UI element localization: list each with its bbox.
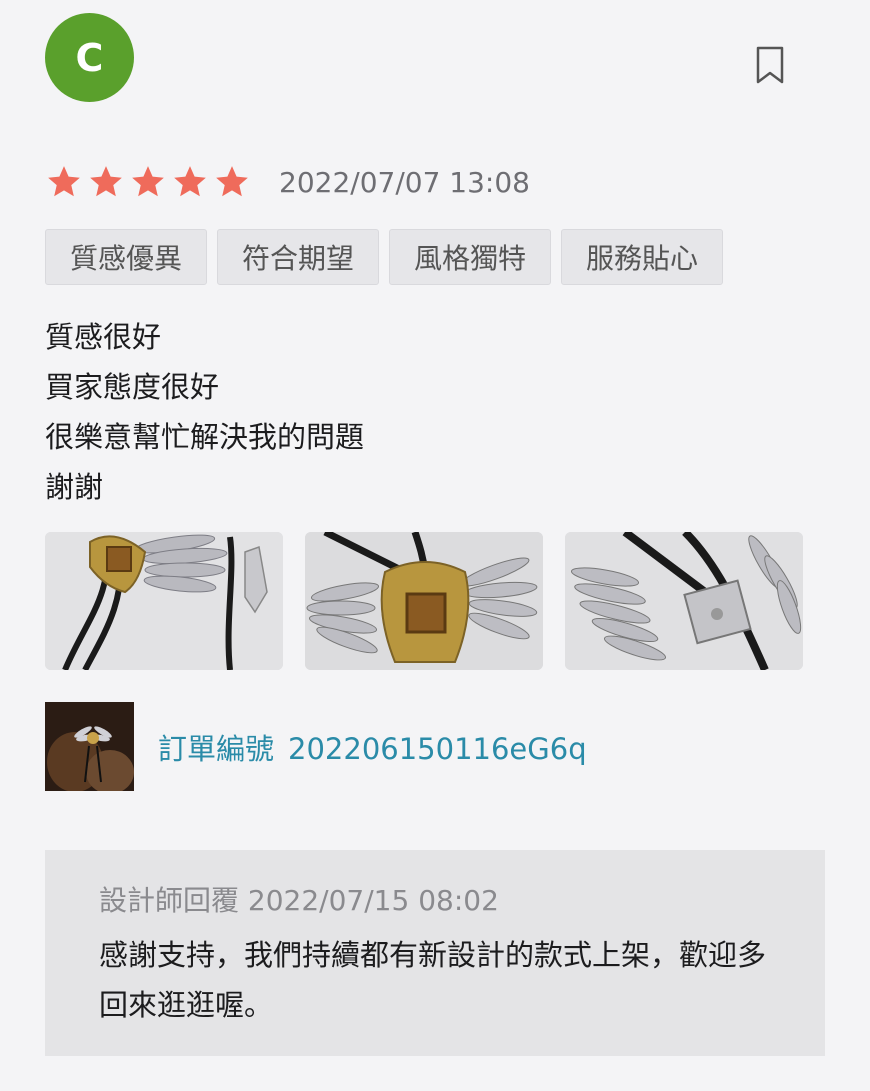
review-line: 謝謝: [45, 470, 104, 504]
review-photo[interactable]: [565, 532, 803, 670]
star-icon: [132, 166, 164, 197]
product-thumbnail[interactable]: [45, 702, 134, 791]
star-icon: [216, 166, 248, 197]
review-tags: 質感優異 符合期望 風格獨特 服務貼心: [45, 229, 724, 285]
review-photo[interactable]: [305, 532, 543, 670]
order-row: 訂單編號 202206150116eG6q: [45, 702, 587, 791]
reply-timestamp: 2022/07/15 08:02: [247, 884, 499, 917]
review-photo[interactable]: [45, 532, 283, 670]
bookmark-button[interactable]: [754, 45, 786, 85]
bookmark-icon: [756, 46, 784, 84]
review-photos: [45, 532, 803, 670]
reply-author: 設計師回覆: [99, 884, 240, 917]
order-number: 202206150116eG6q: [288, 731, 587, 766]
tag-expectation[interactable]: 符合期望: [217, 229, 380, 285]
review-line: 很樂意幫忙解決我的問題: [45, 420, 365, 454]
review-line: 質感很好: [45, 320, 162, 354]
tag-quality[interactable]: 質感優異: [45, 229, 208, 285]
star-icon: [174, 166, 206, 197]
star-icon: [48, 166, 80, 197]
review-line: 買家態度很好: [45, 370, 220, 404]
tag-service[interactable]: 服務貼心: [561, 229, 724, 285]
reviewer-avatar[interactable]: C: [45, 13, 134, 102]
bolo-tie-photo-2: [305, 532, 543, 670]
star-rating: [45, 163, 251, 201]
product-image: [45, 702, 134, 791]
review-timestamp: 2022/07/07 13:08: [279, 165, 530, 199]
reply-text: 感謝支持，我們持續都有新設計的款式上架，歡迎多回來逛逛喔。: [99, 938, 767, 1022]
bolo-tie-photo-3: [565, 532, 803, 670]
rating-row: 2022/07/07 13:08: [45, 160, 530, 204]
tag-style[interactable]: 風格獨特: [389, 229, 552, 285]
order-label: 訂單編號: [158, 731, 275, 766]
designer-reply: 設計師回覆 2022/07/15 08:02 感謝支持，我們持續都有新設計的款式…: [45, 850, 825, 1056]
review-text: 質感很好 買家態度很好 很樂意幫忙解決我的問題 謝謝: [45, 312, 364, 512]
reply-header: 設計師回覆 2022/07/15 08:02: [99, 880, 771, 922]
bolo-tie-photo-1: [45, 532, 283, 670]
avatar-letter: C: [75, 35, 104, 80]
star-icon: [90, 166, 122, 197]
order-number-link[interactable]: 訂單編號 202206150116eG6q: [158, 726, 587, 768]
